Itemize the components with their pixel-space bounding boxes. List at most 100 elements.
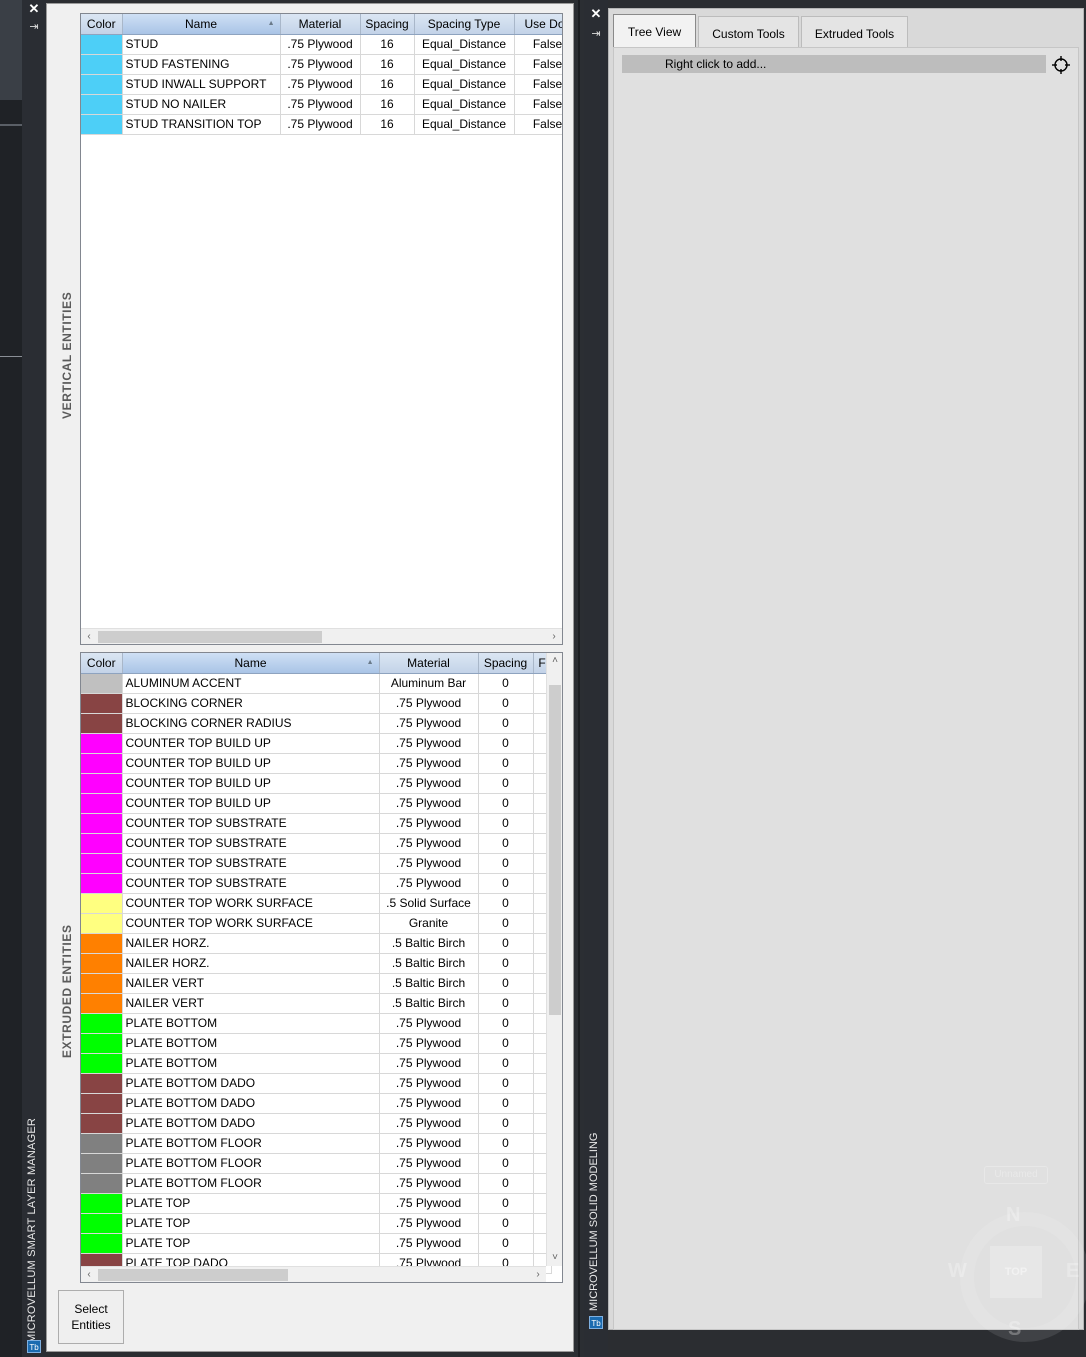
auto-hide-icon[interactable]: ⇥	[27, 20, 41, 34]
material-cell[interactable]: .75 Plywood	[379, 1133, 479, 1154]
material-cell[interactable]: .75 Plywood	[280, 54, 361, 75]
name-cell[interactable]: STUD TRANSITION TOP	[122, 114, 281, 135]
material-cell[interactable]: .75 Plywood	[379, 1113, 479, 1134]
scroll-right-icon[interactable]: ›	[530, 1267, 546, 1282]
material-cell[interactable]: .5 Baltic Birch	[379, 933, 479, 954]
table-row[interactable]: PLATE BOTTOM DADO .75 Plywood 0	[81, 1113, 552, 1134]
material-cell[interactable]: .75 Plywood	[379, 793, 479, 814]
name-cell[interactable]: STUD INWALL SUPPORT	[122, 74, 281, 95]
name-cell[interactable]: PLATE BOTTOM DADO	[122, 1113, 380, 1134]
horizontal-scrollbar[interactable]: ‹ ›	[81, 1266, 546, 1282]
spacing-cell[interactable]: 0	[478, 1193, 534, 1214]
material-cell[interactable]: .75 Plywood	[379, 853, 479, 874]
color-swatch[interactable]	[81, 54, 123, 75]
scroll-left-icon[interactable]: ‹	[81, 629, 97, 644]
name-cell[interactable]: COUNTER TOP WORK SURFACE	[122, 893, 380, 914]
color-swatch[interactable]	[81, 953, 123, 974]
color-swatch[interactable]	[81, 793, 123, 814]
scroll-right-icon[interactable]: ›	[546, 629, 562, 644]
spacing-type-cell[interactable]: Equal_Distance	[414, 74, 515, 95]
color-swatch[interactable]	[81, 1153, 123, 1174]
spacing-cell[interactable]: 0	[478, 973, 534, 994]
column-header[interactable]: Spacing Type	[414, 14, 515, 35]
spacing-cell[interactable]: 16	[360, 54, 415, 75]
scroll-down-icon[interactable]: ˅	[547, 1250, 562, 1266]
table-row[interactable]: PLATE TOP .75 Plywood 0	[81, 1233, 552, 1254]
spacing-cell[interactable]: 16	[360, 74, 415, 95]
material-cell[interactable]: .75 Plywood	[379, 1053, 479, 1074]
column-header[interactable]: Material	[280, 14, 361, 35]
name-cell[interactable]: NAILER VERT	[122, 973, 380, 994]
viewcube-menu[interactable]: Unnamed	[984, 1166, 1048, 1184]
name-cell[interactable]: PLATE BOTTOM	[122, 1033, 380, 1054]
column-header[interactable]: Name ▲	[122, 14, 281, 35]
table-row[interactable]: PLATE TOP .75 Plywood 0	[81, 1213, 552, 1234]
material-cell[interactable]: .75 Plywood	[379, 1093, 479, 1114]
name-cell[interactable]: BLOCKING CORNER RADIUS	[122, 713, 380, 734]
material-cell[interactable]: .75 Plywood	[280, 74, 361, 95]
name-cell[interactable]: PLATE BOTTOM	[122, 1053, 380, 1074]
name-cell[interactable]: ALUMINUM ACCENT	[122, 673, 380, 694]
tab-custom-tools[interactable]: Custom Tools	[698, 16, 799, 47]
palette-properties-icon[interactable]: Tb	[589, 1316, 603, 1329]
name-cell[interactable]: PLATE BOTTOM FLOOR	[122, 1153, 380, 1174]
name-cell[interactable]: NAILER VERT	[122, 993, 380, 1014]
material-cell[interactable]: .75 Plywood	[379, 1213, 479, 1234]
table-row[interactable]: COUNTER TOP SUBSTRATE .75 Plywood 0	[81, 813, 552, 834]
name-cell[interactable]: NAILER HORZ.	[122, 953, 380, 974]
use-dovetail-cell[interactable]: False	[514, 94, 562, 115]
table-row[interactable]: PLATE BOTTOM .75 Plywood 0	[81, 1033, 552, 1054]
material-cell[interactable]: .5 Baltic Birch	[379, 953, 479, 974]
scrollbar-thumb[interactable]	[98, 631, 322, 643]
material-cell[interactable]: .75 Plywood	[280, 94, 361, 115]
material-cell[interactable]: .75 Plywood	[379, 733, 479, 754]
table-row[interactable]: COUNTER TOP BUILD UP .75 Plywood 0	[81, 733, 552, 754]
tree-view-page[interactable]: Right click to add...	[613, 47, 1079, 1330]
table-row[interactable]: BLOCKING CORNER .75 Plywood 0	[81, 693, 552, 714]
name-cell[interactable]: COUNTER TOP BUILD UP	[122, 773, 380, 794]
scrollbar-thumb[interactable]	[98, 1269, 288, 1281]
table-row[interactable]: PLATE BOTTOM .75 Plywood 0	[81, 1013, 552, 1034]
table-row[interactable]: STUD NO NAILER .75 Plywood 16 Equal_Distanc…	[81, 94, 562, 115]
close-icon[interactable]: ✕	[589, 7, 603, 21]
table-row[interactable]: BLOCKING CORNER RADIUS .75 Plywood 0	[81, 713, 552, 734]
name-cell[interactable]: STUD NO NAILER	[122, 94, 281, 115]
spacing-cell[interactable]: 0	[478, 853, 534, 874]
spacing-cell[interactable]: 0	[478, 673, 534, 694]
scroll-left-icon[interactable]: ‹	[81, 1267, 97, 1282]
table-row[interactable]: STUD TRANSITION TOP .75 Plywood 16 Equal_Di…	[81, 114, 562, 135]
vertical-entities-grid[interactable]: Color Name ▲ Material Spacing Spacing Type Use…	[80, 13, 563, 645]
material-cell[interactable]: .75 Plywood	[379, 1233, 479, 1254]
color-swatch[interactable]	[81, 74, 123, 95]
color-swatch[interactable]	[81, 673, 123, 694]
spacing-cell[interactable]: 16	[360, 34, 415, 55]
horizontal-scrollbar[interactable]: ‹ ›	[81, 628, 562, 644]
table-row[interactable]: STUD .75 Plywood 16 Equal_Distance False	[81, 34, 562, 55]
table-row[interactable]: NAILER VERT .5 Baltic Birch 0	[81, 973, 552, 994]
table-row[interactable]: COUNTER TOP SUBSTRATE .75 Plywood 0	[81, 853, 552, 874]
name-cell[interactable]: PLATE TOP	[122, 1193, 380, 1214]
color-swatch[interactable]	[81, 1213, 123, 1234]
name-cell[interactable]: COUNTER TOP SUBSTRATE	[122, 833, 380, 854]
table-row[interactable]: PLATE BOTTOM FLOOR .75 Plywood 0	[81, 1133, 552, 1154]
spacing-cell[interactable]: 0	[478, 953, 534, 974]
color-swatch[interactable]	[81, 1233, 123, 1254]
color-swatch[interactable]	[81, 873, 123, 894]
spacing-cell[interactable]: 0	[478, 1053, 534, 1074]
color-swatch[interactable]	[81, 833, 123, 854]
use-dovetail-cell[interactable]: False	[514, 74, 562, 95]
name-cell[interactable]: PLATE BOTTOM FLOOR	[122, 1173, 380, 1194]
table-row[interactable]: ALUMINUM ACCENT Aluminum Bar 0	[81, 673, 552, 694]
spacing-cell[interactable]: 0	[478, 713, 534, 734]
spacing-cell[interactable]: 0	[478, 773, 534, 794]
material-cell[interactable]: .75 Plywood	[379, 1013, 479, 1034]
color-swatch[interactable]	[81, 933, 123, 954]
spacing-cell[interactable]: 0	[478, 1173, 534, 1194]
spacing-cell[interactable]: 0	[478, 813, 534, 834]
name-cell[interactable]: COUNTER TOP SUBSTRATE	[122, 813, 380, 834]
table-row[interactable]: NAILER VERT .5 Baltic Birch 0	[81, 993, 552, 1014]
column-header[interactable]: Spacing	[478, 653, 534, 674]
spacing-cell[interactable]: 0	[478, 1073, 534, 1094]
material-cell[interactable]: .5 Baltic Birch	[379, 973, 479, 994]
name-cell[interactable]: COUNTER TOP BUILD UP	[122, 753, 380, 774]
